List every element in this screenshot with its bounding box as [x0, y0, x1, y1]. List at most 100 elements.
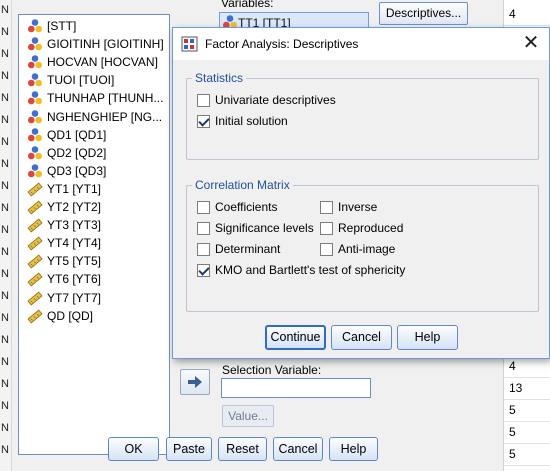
- selection-variable-label: Selection Variable:: [222, 363, 322, 377]
- row-letter: N: [1, 48, 9, 60]
- variable-label: NGHENGHIEP [NG...: [47, 109, 163, 124]
- value-button[interactable]: Value...: [222, 405, 274, 427]
- variable-list-item[interactable]: YT5 [YT5]: [27, 252, 101, 270]
- variable-label: YT6 [YT6]: [47, 272, 102, 287]
- variable-label: [STT]: [47, 19, 77, 33]
- checkbox-box[interactable]: [320, 242, 333, 256]
- row-letter: N: [1, 92, 9, 104]
- row-letter: N: [1, 114, 9, 126]
- coefficients-checkbox[interactable]: Coefficients: [197, 200, 277, 214]
- reset-button[interactable]: Reset: [218, 437, 267, 461]
- data-cell[interactable]: 4: [504, 356, 550, 378]
- checkbox-box[interactable]: [197, 242, 210, 256]
- variable-label: QD2 [QD2]: [47, 145, 107, 160]
- scale-icon: [27, 290, 43, 306]
- anti-image-checkbox[interactable]: Anti-image: [320, 242, 395, 256]
- factor-analysis-icon: [181, 36, 198, 52]
- data-cell[interactable]: 5: [504, 400, 550, 422]
- row-letter: N: [1, 290, 9, 302]
- checkbox-box[interactable]: [197, 200, 210, 214]
- move-to-selection-button[interactable]: [180, 369, 210, 395]
- checkbox-box[interactable]: [320, 221, 333, 235]
- determinant-checkbox[interactable]: Determinant: [197, 242, 280, 256]
- univariate-descriptives-checkbox[interactable]: Univariate descriptives: [197, 93, 336, 107]
- variable-list-item[interactable]: YT7 [YT7]: [27, 289, 101, 307]
- row-letter: N: [1, 26, 9, 38]
- variable-list-item[interactable]: QD1 [QD1]: [27, 126, 106, 144]
- reproduced-checkbox[interactable]: Reproduced: [320, 221, 403, 235]
- variable-list-item[interactable]: YT1 [YT1]: [27, 180, 101, 198]
- checkbox-label: Coefficients: [215, 200, 278, 214]
- variable-label: TUOI [TUOI]: [47, 73, 115, 88]
- significance-levels-checkbox[interactable]: Significance levels: [197, 221, 314, 235]
- row-letter: N: [1, 422, 9, 434]
- data-cell[interactable]: 13: [504, 378, 550, 400]
- variable-label: YT4 [YT4]: [47, 236, 102, 251]
- scale-icon: [27, 235, 43, 251]
- descriptives-dialog: Factor Analysis: Descriptives ✕ Statisti…: [172, 27, 550, 359]
- checkbox-box[interactable]: [197, 221, 210, 235]
- data-sheet-row-headers: N N N N N N N N N N N N N N N N N N N N …: [0, 0, 12, 471]
- nominal-icon: [27, 36, 43, 52]
- variable-list-item[interactable]: YT2 [YT2]: [27, 198, 101, 216]
- checkbox-box[interactable]: [197, 263, 210, 277]
- row-letter: N: [1, 158, 9, 170]
- variable-label: YT2 [YT2]: [47, 200, 102, 214]
- variable-list-item[interactable]: QD [QD]: [27, 307, 93, 325]
- variable-list-item[interactable]: YT4 [YT4]: [27, 234, 101, 252]
- variable-label: YT5 [YT5]: [47, 254, 102, 269]
- variable-list-item[interactable]: GIOITINH [GIOITINH]: [27, 35, 164, 53]
- cancel-button[interactable]: Cancel: [331, 325, 392, 350]
- close-button[interactable]: ✕: [513, 28, 549, 60]
- checkbox-label: Inverse: [338, 200, 378, 214]
- row-letter: N: [1, 334, 9, 346]
- paste-button[interactable]: Paste: [166, 437, 212, 461]
- variable-label: QD [QD]: [47, 308, 94, 323]
- statistics-group: Statistics Univariate descriptives Initi…: [186, 71, 539, 160]
- data-cell[interactable]: 4: [504, 4, 550, 26]
- checkbox-box[interactable]: [320, 200, 333, 214]
- variable-list-item[interactable]: TUOI [TUOI]: [27, 71, 114, 89]
- kmo-bartlett-checkbox[interactable]: KMO and Bartlett's test of sphericity: [197, 263, 405, 277]
- row-letter: N: [1, 70, 9, 82]
- checkbox-label: Initial solution: [215, 114, 288, 128]
- data-cell[interactable]: 5: [504, 444, 550, 466]
- row-letter: N: [1, 400, 9, 412]
- dialog-title: Factor Analysis: Descriptives: [205, 37, 359, 51]
- variable-list-item[interactable]: YT6 [YT6]: [27, 270, 101, 288]
- scale-icon: [27, 253, 43, 269]
- checkbox-box[interactable]: [197, 93, 210, 107]
- scale-icon: [27, 271, 43, 287]
- correlation-matrix-group: Correlation Matrix Coefficients Inverse …: [186, 178, 539, 312]
- variable-list-item[interactable]: THUNHAP [THUNH...: [27, 89, 163, 107]
- nominal-icon: [27, 145, 43, 161]
- variable-label: YT7 [YT7]: [47, 290, 102, 305]
- help-button[interactable]: Help: [397, 325, 458, 350]
- variable-list-item[interactable]: [STT]: [27, 17, 76, 35]
- variable-list-item[interactable]: YT3 [YT3]: [27, 216, 101, 234]
- checkbox-label: Univariate descriptives: [215, 93, 336, 107]
- scale-icon: [27, 181, 43, 197]
- variable-list-item[interactable]: QD2 [QD2]: [27, 144, 106, 162]
- descriptives-button[interactable]: Descriptives...: [379, 2, 468, 25]
- cancel-button[interactable]: Cancel: [273, 437, 323, 461]
- row-letter: N: [1, 202, 9, 214]
- inverse-checkbox[interactable]: Inverse: [320, 200, 377, 214]
- nominal-icon: [27, 72, 43, 88]
- variable-list-item[interactable]: NGHENGHIEP [NG...: [27, 108, 162, 126]
- data-cell[interactable]: 5: [504, 422, 550, 444]
- variable-list-item[interactable]: HOCVAN [HOCVAN]: [27, 53, 158, 71]
- selection-variable-field[interactable]: [221, 378, 371, 398]
- variable-list-item[interactable]: QD3 [QD3]: [27, 162, 106, 180]
- help-button[interactable]: Help: [329, 437, 378, 461]
- continue-button[interactable]: Continue: [265, 325, 326, 350]
- variable-label: HOCVAN [HOCVAN]: [47, 55, 158, 70]
- initial-solution-checkbox[interactable]: Initial solution: [197, 114, 288, 128]
- ok-button[interactable]: OK: [108, 437, 159, 461]
- checkbox-box[interactable]: [197, 114, 210, 128]
- variable-label: QD3 [QD3]: [47, 163, 107, 178]
- variable-label: YT3 [YT3]: [47, 218, 102, 233]
- nominal-icon: [27, 90, 43, 106]
- source-variable-list[interactable]: [STT] GIOITINH [GIOITINH] HOCVAN [HOCVAN] T…: [18, 14, 170, 455]
- dialog-titlebar[interactable]: Factor Analysis: Descriptives ✕: [173, 28, 549, 60]
